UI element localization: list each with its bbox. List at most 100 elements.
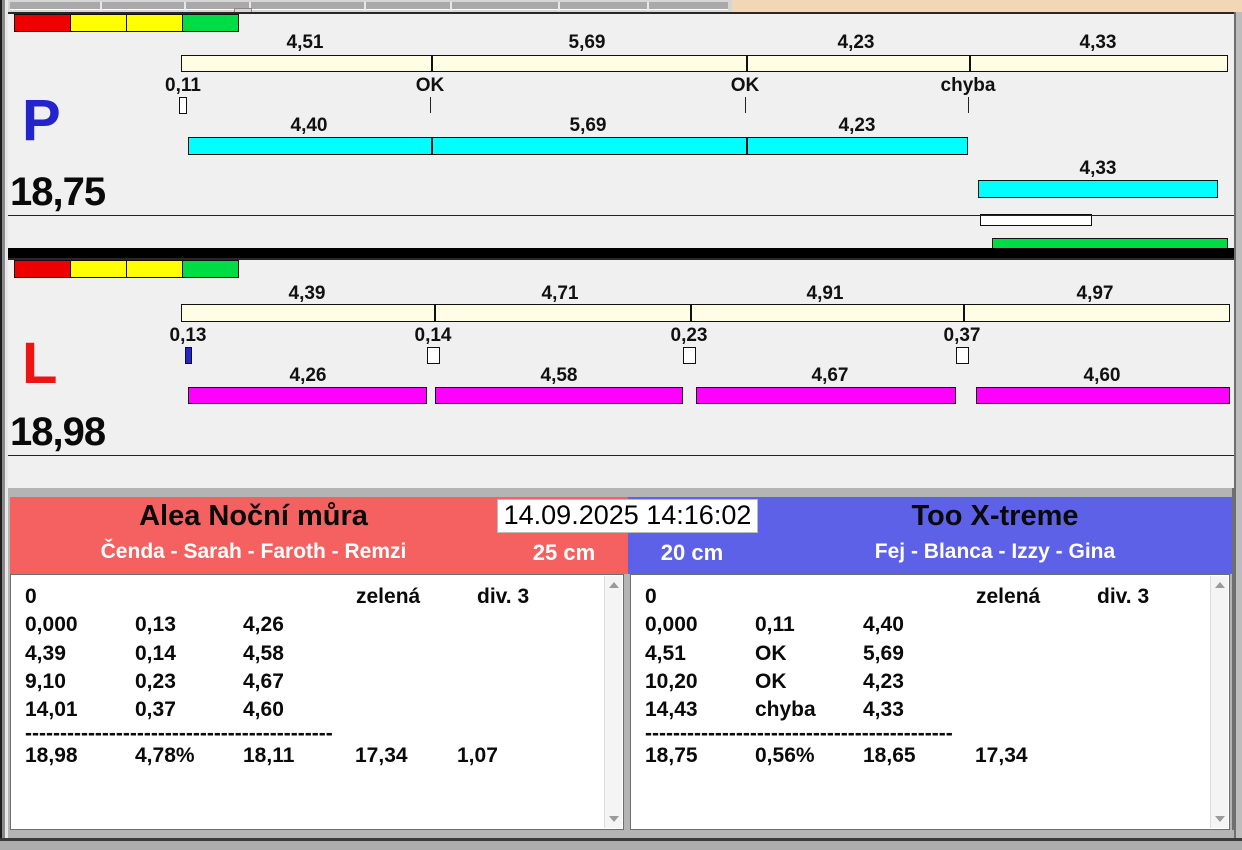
changeover-marker-box — [683, 347, 696, 364]
legend-color-cell — [70, 260, 127, 278]
top-strip-separator — [647, 2, 649, 11]
result-cell: 5,69 — [863, 642, 904, 665]
scroll-down-icon[interactable] — [1215, 816, 1225, 822]
top-strip-separator — [364, 2, 366, 11]
result-total-cell: 18,65 — [863, 744, 916, 767]
results-scrollbar[interactable] — [604, 576, 622, 828]
split-time-label: 4,60 — [1083, 365, 1121, 386]
result-cell: 0,000 — [25, 613, 78, 636]
scroll-up-icon[interactable] — [609, 582, 619, 588]
legend-color-cell — [70, 14, 127, 32]
top-toolbar-strip — [8, 0, 732, 15]
l-run-bar-3 — [696, 387, 956, 404]
result-cell: 0,14 — [135, 642, 176, 665]
legend-color-cell — [14, 260, 71, 278]
split-time-label: 5,69 — [568, 32, 606, 53]
l-run-bar-2 — [435, 387, 683, 404]
result-cell: 4,23 — [863, 670, 904, 693]
legend-color-cell — [182, 260, 239, 278]
results-separator-dashes: ----------------------------------------… — [645, 722, 953, 745]
result-cell: 0,13 — [135, 613, 176, 636]
jump-height-right: 20 cm — [660, 540, 724, 565]
result-cell: 4,39 — [25, 642, 66, 665]
top-right-strip — [732, 0, 1242, 12]
bar-segment-divider — [690, 305, 692, 321]
status-color-legend — [14, 260, 239, 278]
result-cell: 0,23 — [135, 670, 176, 693]
l-run-bar-1 — [188, 387, 427, 404]
top-strip-separator — [558, 2, 560, 11]
flyball-timing-window: 4,51 5,69 4,23 4,33 0,11 OK OK chyba 4,40 5,69 4,2… — [0, 0, 1242, 850]
split-time-label: 4,97 — [1076, 283, 1114, 304]
split-time-label: 0,11 — [165, 75, 201, 96]
results-text-left[interactable]: 0 zelená div. 3 0,000 0,13 4,26 4,39 0,14 4,58 9,… — [10, 574, 624, 830]
result-cell: div. 3 — [477, 585, 530, 608]
scroll-up-icon[interactable] — [1215, 582, 1225, 588]
result-cell: chyba — [755, 698, 816, 721]
top-strip-separator — [450, 2, 452, 11]
results-separator-dashes: ----------------------------------------… — [25, 722, 333, 745]
l-run-bar-4 — [976, 387, 1230, 404]
split-time-label: chyba — [940, 75, 996, 96]
legend-color-cell — [182, 14, 239, 32]
result-cell: 0 — [25, 585, 37, 608]
changeover-tick-line — [430, 97, 431, 113]
split-time-label: OK — [415, 75, 445, 96]
lane-bottom-line — [8, 215, 1234, 216]
result-cell: 14,43 — [645, 698, 698, 721]
split-time-label: 4,33 — [1079, 32, 1117, 53]
top-strip-separator — [100, 2, 102, 11]
lane-letter-L: L — [22, 331, 58, 396]
split-time-label: OK — [730, 75, 760, 96]
result-total-cell: 1,07 — [457, 744, 498, 767]
changeover-marker-box — [179, 97, 187, 114]
team-left-name: Alea Noční můra — [139, 500, 368, 532]
result-cell: 4,51 — [645, 642, 686, 665]
split-time-label: 0,14 — [414, 325, 452, 346]
result-cell: 4,58 — [243, 642, 284, 665]
result-cell: 0,37 — [135, 698, 176, 721]
top-toolbar-groove — [10, 2, 728, 11]
bottom-outer-strip — [0, 841, 1242, 850]
team-right-name: Too X-treme — [911, 500, 1079, 532]
result-cell: 4,26 — [243, 613, 284, 636]
split-time-label: 4,71 — [541, 283, 579, 304]
lane-total-time: 18,98 — [10, 410, 106, 454]
result-cell: OK — [755, 670, 787, 693]
bar-segment-divider — [969, 56, 971, 71]
result-cell: 4,40 — [863, 613, 904, 636]
result-cell: div. 3 — [1097, 585, 1150, 608]
bar-segment-divider — [434, 305, 436, 321]
result-total-cell: 18,75 — [645, 744, 698, 767]
status-color-legend — [14, 14, 239, 32]
split-time-label: 4,67 — [811, 365, 849, 386]
scroll-down-icon[interactable] — [609, 816, 619, 822]
changeover-tick-line — [968, 97, 969, 113]
results-text-right[interactable]: 0 zelená div. 3 0,000 0,11 4,40 4,51 OK 5,69 10,2… — [630, 574, 1230, 830]
split-time-label: 4,33 — [1079, 158, 1117, 179]
p-reference-bar — [181, 55, 1228, 72]
result-total-cell: 4,78% — [135, 744, 195, 767]
bar-segment-divider — [963, 305, 965, 321]
results-scrollbar[interactable] — [1210, 576, 1228, 828]
changeover-marker-box — [956, 347, 969, 364]
lower-empty-strip — [8, 455, 1234, 488]
top-strip-separator — [184, 2, 186, 11]
bar-segment-divider — [746, 138, 748, 154]
bar-segment-divider — [431, 56, 433, 71]
team-left-members: Čenda - Sarah - Faroth - Remzi — [100, 540, 407, 563]
result-cell: 0,11 — [755, 613, 795, 636]
split-time-label: 4,26 — [289, 365, 327, 386]
result-cell: 4,67 — [243, 670, 284, 693]
bar-segment-divider — [746, 56, 748, 71]
changeover-marker-box — [427, 347, 440, 364]
result-cell: 4,60 — [243, 698, 284, 721]
datetime-display: 14.09.2025 14:16:02 — [497, 499, 758, 533]
l-reference-bar — [181, 304, 1230, 322]
result-cell: 9,10 — [25, 670, 66, 693]
lane-L: 4,39 4,71 4,91 4,97 0,13 0,14 0,23 0,37 4,26 4,58… — [8, 258, 1234, 455]
legend-color-cell — [14, 14, 71, 32]
split-time-label: 4,23 — [837, 32, 875, 53]
jump-height-left: 25 cm — [532, 540, 596, 565]
result-total-cell: 18,98 — [25, 744, 78, 767]
